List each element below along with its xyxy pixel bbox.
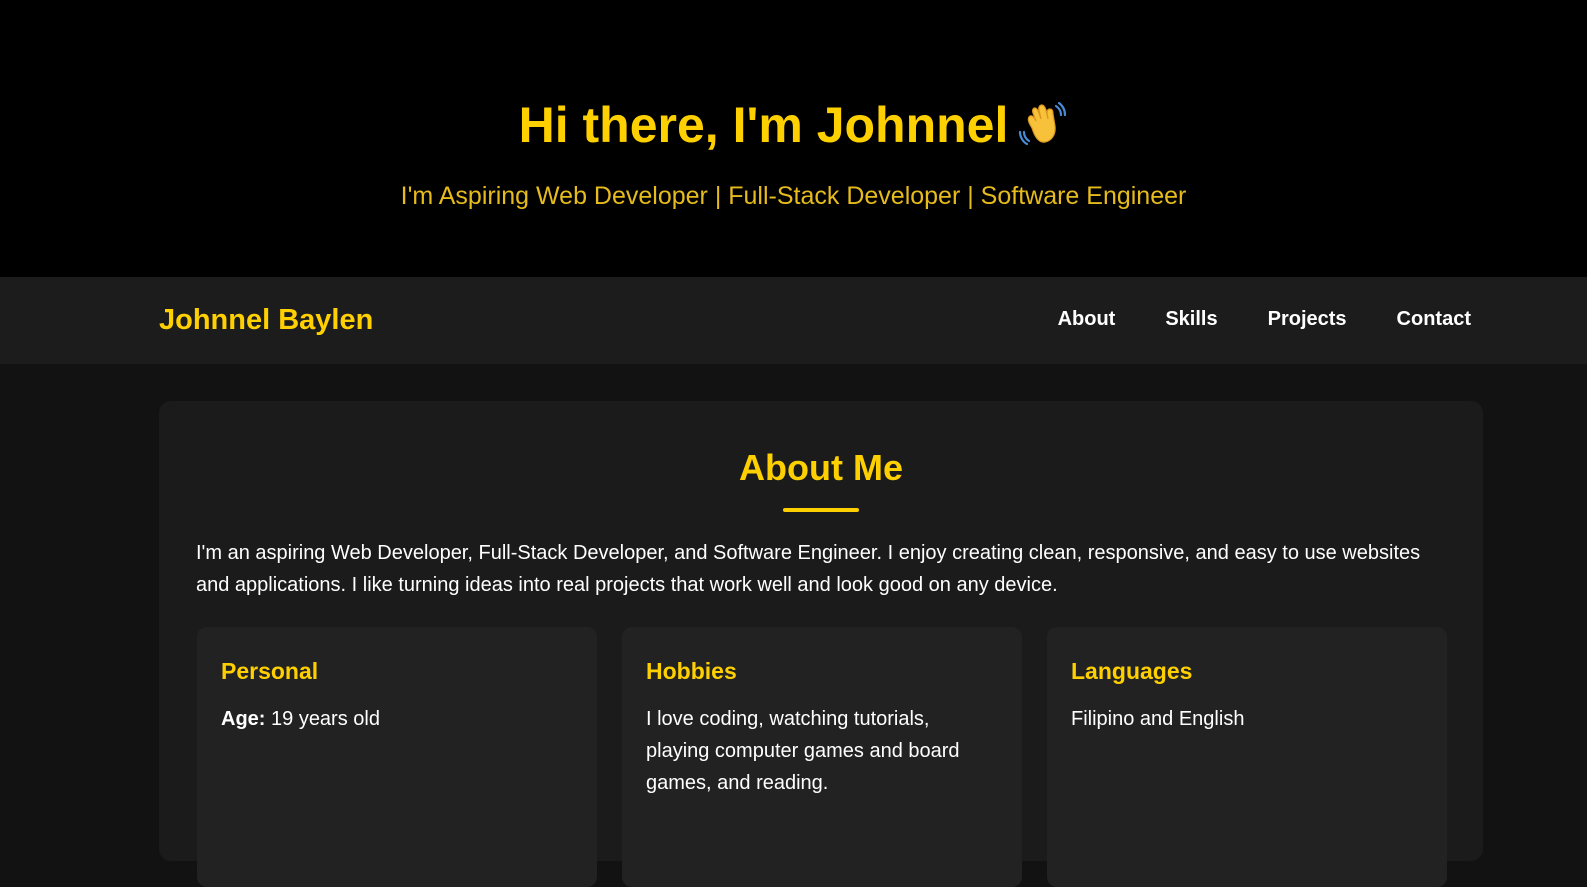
languages-card-body: Filipino and English xyxy=(1071,708,1245,730)
hobbies-card: Hobbies I love coding, watching tutorial… xyxy=(622,627,1022,887)
waving-hand-icon xyxy=(1018,98,1068,148)
brand-logo[interactable]: Johnnel Baylen xyxy=(159,301,373,339)
hobbies-card-title: Hobbies xyxy=(646,658,737,684)
personal-card-title: Personal xyxy=(221,658,319,684)
about-section: About Me I'm an aspiring Web Developer, … xyxy=(159,401,1483,887)
nav-link-projects[interactable]: Projects xyxy=(1268,305,1347,333)
about-title: About Me xyxy=(739,447,903,488)
age-value: 19 years old xyxy=(265,708,380,730)
hero-title: Hi there, I'm Johnnel xyxy=(0,92,1587,158)
nav-link-about[interactable]: About xyxy=(1058,305,1116,333)
languages-card: Languages Filipino and English xyxy=(1047,627,1447,887)
personal-card-body: Age: 19 years old xyxy=(221,703,571,735)
age-label: Age: xyxy=(221,708,266,730)
languages-card-title: Languages xyxy=(1071,658,1193,684)
hobbies-card-body: I love coding, watching tutorials, playi… xyxy=(646,708,960,794)
nav-link-contact[interactable]: Contact xyxy=(1397,305,1471,333)
navbar: Johnnel Baylen About Skills Projects Con… xyxy=(0,277,1587,364)
hero-subtitle: I'm Aspiring Web Developer | Full-Stack … xyxy=(400,182,1187,210)
hero-title-text: Hi there, I'm Johnnel xyxy=(518,97,1009,153)
nav-link-skills[interactable]: Skills xyxy=(1165,305,1217,333)
nav-links: About Skills Projects Contact xyxy=(1008,305,1471,333)
title-underline xyxy=(783,508,859,512)
about-description: I'm an aspiring Web Developer, Full-Stac… xyxy=(196,542,1421,596)
personal-card: Personal Age: 19 years old xyxy=(197,627,597,887)
hero-section: Hi there, I'm Johnnel I'm Aspiring Web D… xyxy=(0,0,1587,277)
